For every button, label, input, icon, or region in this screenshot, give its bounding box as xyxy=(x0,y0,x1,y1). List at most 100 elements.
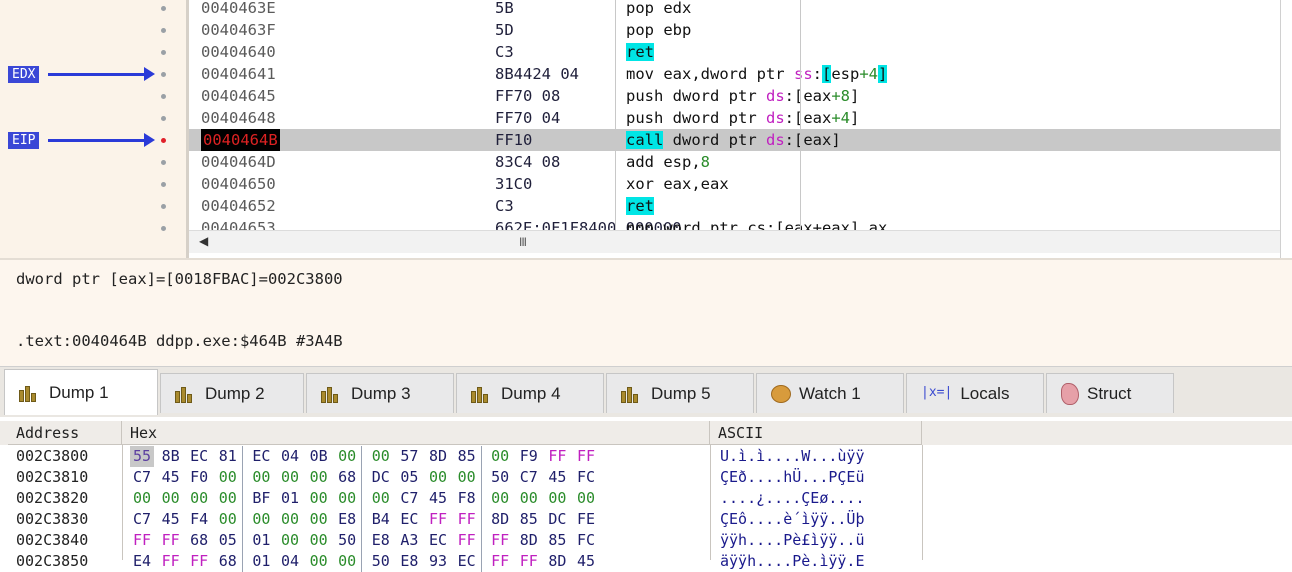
dump-ascii[interactable]: ....¿....ÇEø.... xyxy=(720,488,865,509)
hex-byte[interactable]: 00 xyxy=(307,530,331,551)
dump-row[interactable]: 002C3850 E4 FF FF 68 01 04 00 00 50 E8 93 EC FF FF 8D 45… xyxy=(0,551,1292,572)
hex-byte[interactable]: F9 xyxy=(517,446,541,467)
hex-byte[interactable]: E8 xyxy=(397,551,421,572)
hex-byte[interactable]: EC xyxy=(426,530,450,551)
dump-row[interactable]: 002C3830 C7 45 F4 00 00 00 00 E8 B4 EC FF FF 8D 85 DC FE… xyxy=(0,509,1292,530)
hex-byte[interactable]: FF xyxy=(488,551,512,572)
hex-byte[interactable]: 45 xyxy=(159,467,183,488)
hex-byte[interactable]: FE xyxy=(574,509,598,530)
instruction-address[interactable]: 0040463F xyxy=(201,19,276,41)
instruction-address[interactable]: 0040464D xyxy=(201,151,276,173)
hex-byte[interactable]: F0 xyxy=(187,467,211,488)
hex-byte[interactable]: 00 xyxy=(335,446,359,467)
instruction-address[interactable]: 00404650 xyxy=(201,173,276,195)
hex-byte[interactable]: 00 xyxy=(216,488,240,509)
hex-byte[interactable]: FF xyxy=(455,530,479,551)
header-address[interactable]: Address xyxy=(8,421,122,445)
dump-row[interactable]: 002C3810 C7 45 F0 00 00 00 00 68 DC 05 00 00 50 C7 45 FC… xyxy=(0,467,1292,488)
hex-byte[interactable]: FC xyxy=(574,467,598,488)
gutter-dot[interactable] xyxy=(161,182,166,187)
hex-byte[interactable]: B4 xyxy=(369,509,393,530)
hex-byte[interactable]: 00 xyxy=(249,467,273,488)
hex-byte[interactable]: 00 xyxy=(545,488,569,509)
disassembly-view[interactable]: 0040463E 5B pop edx 0040463F 5D pop ebp 004046… xyxy=(0,0,1292,258)
hex-byte[interactable]: 00 xyxy=(278,530,302,551)
hex-byte[interactable]: 00 xyxy=(455,467,479,488)
scroll-left-arrow-icon[interactable]: ◀ xyxy=(199,234,208,248)
hex-byte[interactable]: 68 xyxy=(216,551,240,572)
dump-ascii[interactable]: äÿÿh....Pè.ìÿÿ.E xyxy=(720,551,865,572)
tab-dump-3[interactable]: Dump 3 xyxy=(306,373,454,413)
dump-ascii[interactable]: ÿÿh....Pè£ìÿÿ..ü xyxy=(720,530,865,551)
hex-byte[interactable]: FC xyxy=(574,530,598,551)
instruction-row[interactable]: 00404650 31C0 xor eax,eax xyxy=(189,173,1280,195)
hex-byte[interactable]: 68 xyxy=(187,530,211,551)
hex-byte[interactable]: 00 xyxy=(335,488,359,509)
hex-byte[interactable]: FF xyxy=(187,551,211,572)
hex-byte[interactable]: 00 xyxy=(159,488,183,509)
hex-byte[interactable]: 00 xyxy=(488,446,512,467)
instruction-address[interactable]: 0040464B xyxy=(201,129,280,151)
hex-byte[interactable]: 85 xyxy=(517,509,541,530)
tab-dump-1[interactable]: Dump 1 xyxy=(4,369,158,415)
instruction-row[interactable]: 0040463F 5D pop ebp xyxy=(189,19,1280,41)
dump-ascii[interactable]: ÇEð....hÜ...PÇEü xyxy=(720,467,865,488)
gutter-dot[interactable] xyxy=(161,94,166,99)
hex-byte[interactable]: EC xyxy=(455,551,479,572)
gutter-dot[interactable] xyxy=(161,6,166,11)
tab-dump-5[interactable]: Dump 5 xyxy=(606,373,754,413)
dump-row[interactable]: 002C3840 FF FF 68 05 01 00 00 50 E8 A3 EC FF FF 8D 85 FC… xyxy=(0,530,1292,551)
instruction-row[interactable]: 0040464D 83C4 08 add esp,8 xyxy=(189,151,1280,173)
dump-ascii[interactable]: U.ì.ì....W...ùÿÿ xyxy=(720,446,865,467)
hex-byte[interactable]: 50 xyxy=(488,467,512,488)
dump-address[interactable]: 002C3840 xyxy=(16,530,88,551)
hex-byte[interactable]: 00 xyxy=(278,509,302,530)
gutter-dot[interactable] xyxy=(161,50,166,55)
hex-byte[interactable]: C7 xyxy=(517,467,541,488)
tab-watch-1[interactable]: Watch 1 xyxy=(756,373,904,413)
hex-byte[interactable]: A3 xyxy=(397,530,421,551)
hex-byte[interactable]: FF xyxy=(426,509,450,530)
gutter-dot[interactable] xyxy=(161,204,166,209)
hex-byte[interactable]: FF xyxy=(159,530,183,551)
breakpoint-dot[interactable] xyxy=(161,138,166,143)
hex-byte[interactable]: E8 xyxy=(335,509,359,530)
hex-byte[interactable]: 01 xyxy=(249,530,273,551)
column-separator[interactable] xyxy=(615,0,616,236)
hex-byte[interactable]: 93 xyxy=(426,551,450,572)
hex-byte[interactable]: F8 xyxy=(455,488,479,509)
hex-byte[interactable]: 45 xyxy=(574,551,598,572)
hex-byte[interactable]: 8D xyxy=(488,509,512,530)
scroll-grip[interactable]: III xyxy=(519,235,527,249)
hex-byte[interactable]: 81 xyxy=(216,446,240,467)
instruction-address[interactable]: 00404641 xyxy=(201,63,276,85)
column-separator[interactable] xyxy=(800,0,801,236)
current-instruction-row[interactable]: 0040464B FF10 call dword ptr ds:[eax] xyxy=(189,129,1280,151)
hex-byte[interactable]: FF xyxy=(545,446,569,467)
hex-byte[interactable]: 55 xyxy=(130,446,154,467)
hex-byte[interactable]: EC xyxy=(187,446,211,467)
hex-byte[interactable]: 85 xyxy=(545,530,569,551)
hex-byte[interactable]: 57 xyxy=(397,446,421,467)
hex-byte[interactable]: 45 xyxy=(545,467,569,488)
gutter-dot[interactable] xyxy=(161,116,166,121)
hex-byte[interactable]: DC xyxy=(545,509,569,530)
hex-byte[interactable]: FF xyxy=(455,509,479,530)
hex-byte[interactable]: EC xyxy=(249,446,273,467)
hex-byte[interactable]: 00 xyxy=(307,488,331,509)
dump-address[interactable]: 002C3850 xyxy=(16,551,88,572)
instruction-address[interactable]: 00404648 xyxy=(201,107,276,129)
hex-byte[interactable]: F4 xyxy=(187,509,211,530)
hex-byte[interactable]: 68 xyxy=(335,467,359,488)
hex-byte[interactable]: 00 xyxy=(574,488,598,509)
header-hex[interactable]: Hex xyxy=(122,421,710,445)
hex-byte[interactable]: 00 xyxy=(517,488,541,509)
hex-byte[interactable]: 00 xyxy=(426,467,450,488)
hex-byte[interactable]: 50 xyxy=(335,530,359,551)
hex-byte[interactable]: 04 xyxy=(278,551,302,572)
hex-byte[interactable]: 8D xyxy=(426,446,450,467)
hex-byte[interactable]: 00 xyxy=(130,488,154,509)
tab-dump-4[interactable]: Dump 4 xyxy=(456,373,604,413)
instruction-row[interactable]: 00404640 C3 ret xyxy=(189,41,1280,63)
hex-byte[interactable]: 00 xyxy=(216,467,240,488)
